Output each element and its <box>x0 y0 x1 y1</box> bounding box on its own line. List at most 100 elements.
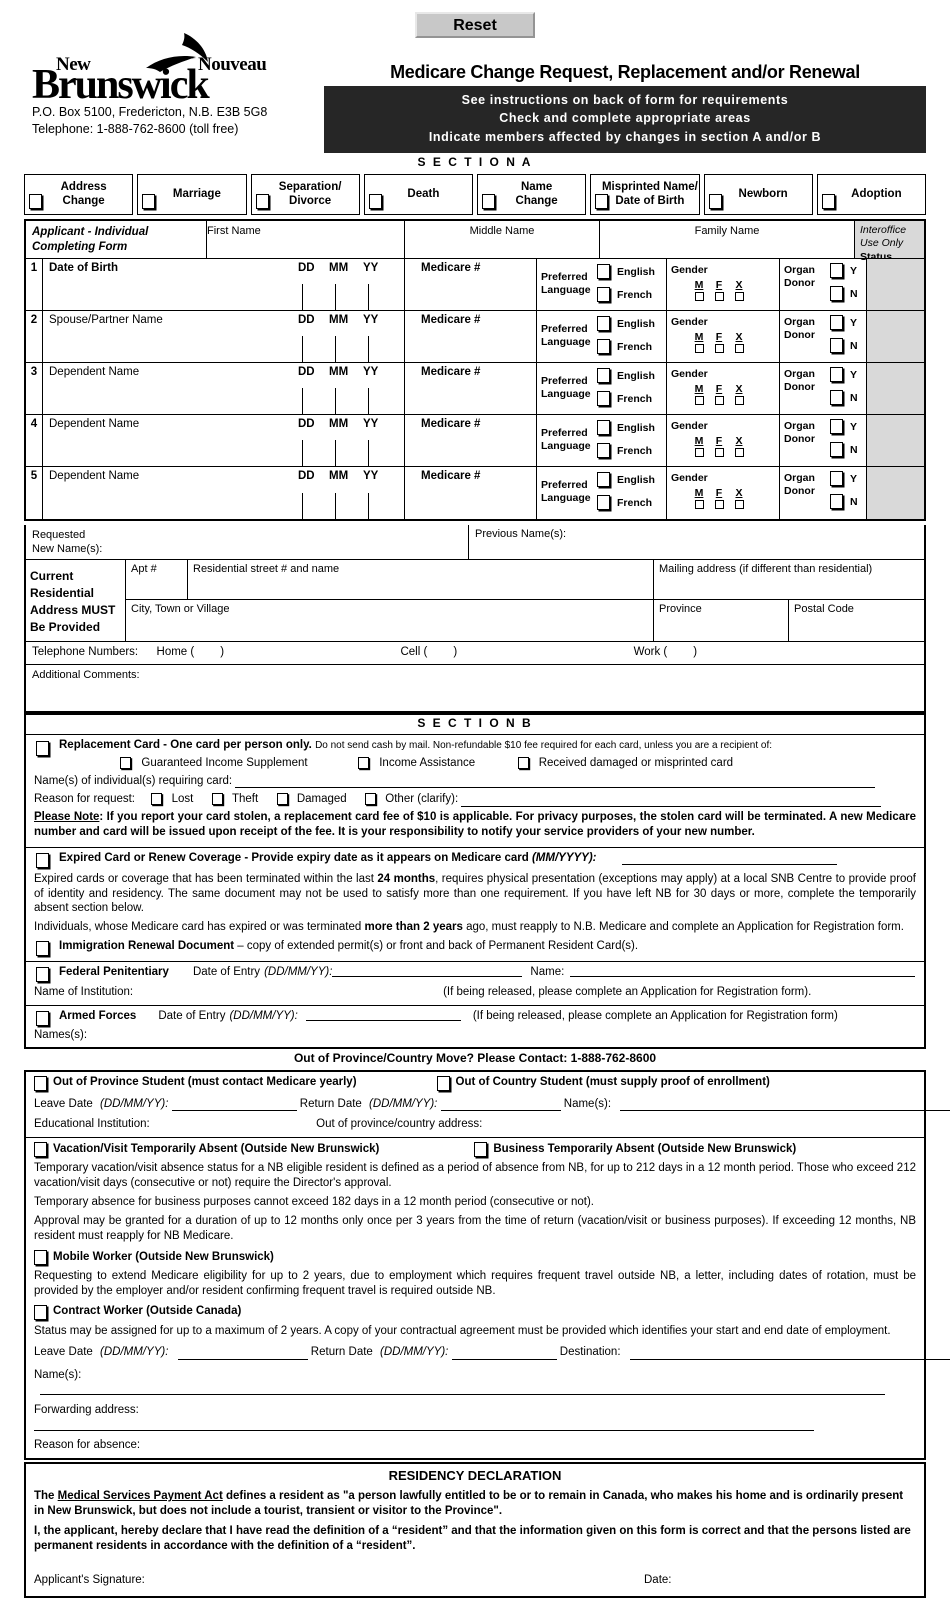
gender-option[interactable]: X <box>729 383 749 408</box>
home-phone-field[interactable]: Home () <box>157 646 225 658</box>
gender-checkbox[interactable] <box>714 396 724 406</box>
destination-input[interactable] <box>629 1349 950 1360</box>
english-checkbox[interactable] <box>597 419 610 435</box>
medicare-number-cell[interactable]: Medicare # <box>405 310 537 362</box>
gender-option[interactable]: F <box>709 487 729 512</box>
reason-box-separation[interactable]: Separation/Divorce <box>250 173 360 215</box>
organ-donor-yes-checkbox[interactable] <box>830 314 843 330</box>
out-of-country-student-checkbox[interactable] <box>436 1075 450 1091</box>
federal-institution-label[interactable]: Name of Institution: <box>34 986 133 999</box>
medicare-number-cell[interactable]: Medicare # <box>405 466 537 519</box>
gender-checkbox[interactable] <box>714 292 724 302</box>
reason-checkbox[interactable] <box>255 193 269 209</box>
interoffice-status-cell[interactable] <box>867 362 924 414</box>
student-names-input[interactable] <box>620 1100 950 1111</box>
organ-donor-no-checkbox[interactable] <box>830 441 843 457</box>
replacement-card-checkbox[interactable] <box>36 740 49 756</box>
english-checkbox[interactable] <box>597 471 610 487</box>
gender-checkbox[interactable] <box>734 500 744 510</box>
organ-donor-yes-checkbox[interactable] <box>830 366 843 382</box>
gender-option[interactable]: F <box>709 383 729 408</box>
gender-option[interactable]: M <box>689 435 709 460</box>
expiry-date-input[interactable] <box>621 854 837 865</box>
organ-donor-no-checkbox[interactable] <box>830 389 843 405</box>
gender-option[interactable]: F <box>709 279 729 304</box>
gender-option[interactable]: X <box>729 279 749 304</box>
gender-option[interactable]: M <box>689 279 709 304</box>
medicare-number-cell[interactable]: Medicare # <box>405 258 537 310</box>
work-phone-field[interactable]: Work () <box>634 646 698 658</box>
federal-penitentiary-checkbox[interactable] <box>36 967 49 983</box>
gender-option[interactable]: M <box>689 487 709 512</box>
reason-checkbox[interactable] <box>482 193 495 209</box>
requiring-card-names-input[interactable] <box>235 777 876 789</box>
out-of-province-student-checkbox[interactable] <box>34 1075 47 1091</box>
gender-option[interactable]: M <box>689 383 709 408</box>
interoffice-status-cell[interactable] <box>867 466 924 519</box>
gender-option[interactable]: F <box>709 435 729 460</box>
reason-other-input[interactable] <box>461 796 882 807</box>
student-return-date-input[interactable] <box>440 1100 561 1111</box>
previous-names-field[interactable]: Previous Name(s): <box>469 525 924 559</box>
french-checkbox[interactable] <box>597 494 610 510</box>
reason-checkbox[interactable] <box>142 193 156 209</box>
forwarding-address-input[interactable] <box>34 1420 814 1431</box>
reason-box-adoption[interactable]: Adoption <box>816 173 926 215</box>
damaged-misprinted-checkbox[interactable] <box>517 756 529 769</box>
name-and-dob-cell[interactable]: Dependent Name DD MM YY <box>43 362 405 414</box>
gender-checkbox[interactable] <box>734 396 744 406</box>
reset-button[interactable]: Reset <box>415 12 535 38</box>
requested-new-names-field[interactable]: Requested New Name(s): <box>26 524 469 559</box>
reason-checkbox[interactable] <box>821 193 835 209</box>
gender-checkbox[interactable] <box>694 500 704 510</box>
reason-box-death[interactable]: Death <box>363 173 473 215</box>
province-field[interactable]: Province <box>654 599 789 641</box>
reason-box-misprinted-name[interactable]: Misprinted Name/Date of Birth <box>590 173 700 215</box>
out-of-province-address-label[interactable]: Out of province/country address: <box>316 1118 482 1130</box>
city-field[interactable]: City, Town or Village <box>126 599 654 641</box>
armed-date-input[interactable] <box>305 1010 461 1021</box>
french-checkbox[interactable] <box>597 338 610 354</box>
federal-name-input[interactable] <box>570 966 916 978</box>
name-and-dob-cell[interactable]: Spouse/Partner Name DD MM YY <box>43 310 405 362</box>
reason-damaged-checkbox[interactable] <box>276 793 288 806</box>
name-and-dob-cell[interactable]: Dependent Name DD MM YY <box>43 466 405 519</box>
english-checkbox[interactable] <box>597 315 610 331</box>
reason-lost-checkbox[interactable] <box>151 793 163 806</box>
mobile-worker-checkbox[interactable] <box>34 1249 47 1265</box>
gender-option[interactable]: M <box>689 331 709 356</box>
signature-date-field[interactable]: Date: <box>644 1574 672 1587</box>
apt-field[interactable]: Apt # <box>126 559 188 599</box>
student-leave-date-input[interactable] <box>171 1100 297 1111</box>
income-assistance-checkbox[interactable] <box>358 756 370 769</box>
reason-box-marriage[interactable]: Marriage <box>137 173 247 215</box>
gender-option[interactable]: F <box>709 331 729 356</box>
contract-worker-checkbox[interactable] <box>34 1304 47 1320</box>
organ-donor-yes-checkbox[interactable] <box>830 262 843 278</box>
reason-checkbox[interactable] <box>29 193 42 209</box>
additional-comments-field[interactable]: Additional Comments: <box>26 665 924 711</box>
federal-date-input[interactable] <box>332 966 523 978</box>
gender-checkbox[interactable] <box>734 344 744 354</box>
reason-box-address[interactable]: Address Change <box>24 173 134 215</box>
absence-leave-date-input[interactable] <box>177 1349 308 1360</box>
gender-checkbox[interactable] <box>734 292 744 302</box>
organ-donor-yes-checkbox[interactable] <box>830 470 843 486</box>
gender-option[interactable]: X <box>729 331 749 356</box>
vacation-absent-checkbox[interactable] <box>34 1141 47 1157</box>
name-and-dob-cell[interactable]: Date of Birth DD MM YY <box>43 258 405 310</box>
cell-phone-field[interactable]: Cell () <box>400 646 457 658</box>
gender-checkbox[interactable] <box>714 500 724 510</box>
applicant-signature-field[interactable]: Applicant's Signature: <box>34 1574 644 1587</box>
street-field[interactable]: Residential street # and name <box>188 559 654 599</box>
gender-checkbox[interactable] <box>694 448 704 458</box>
gender-checkbox[interactable] <box>734 448 744 458</box>
interoffice-status-cell[interactable] <box>867 258 924 310</box>
gender-checkbox[interactable] <box>694 292 704 302</box>
reason-other-checkbox[interactable] <box>365 793 377 806</box>
absence-return-date-input[interactable] <box>451 1349 557 1360</box>
organ-donor-no-checkbox[interactable] <box>830 493 843 509</box>
reason-box-name[interactable]: Name Change <box>477 173 587 215</box>
interoffice-status-cell[interactable] <box>867 414 924 466</box>
gis-checkbox[interactable] <box>120 756 132 769</box>
